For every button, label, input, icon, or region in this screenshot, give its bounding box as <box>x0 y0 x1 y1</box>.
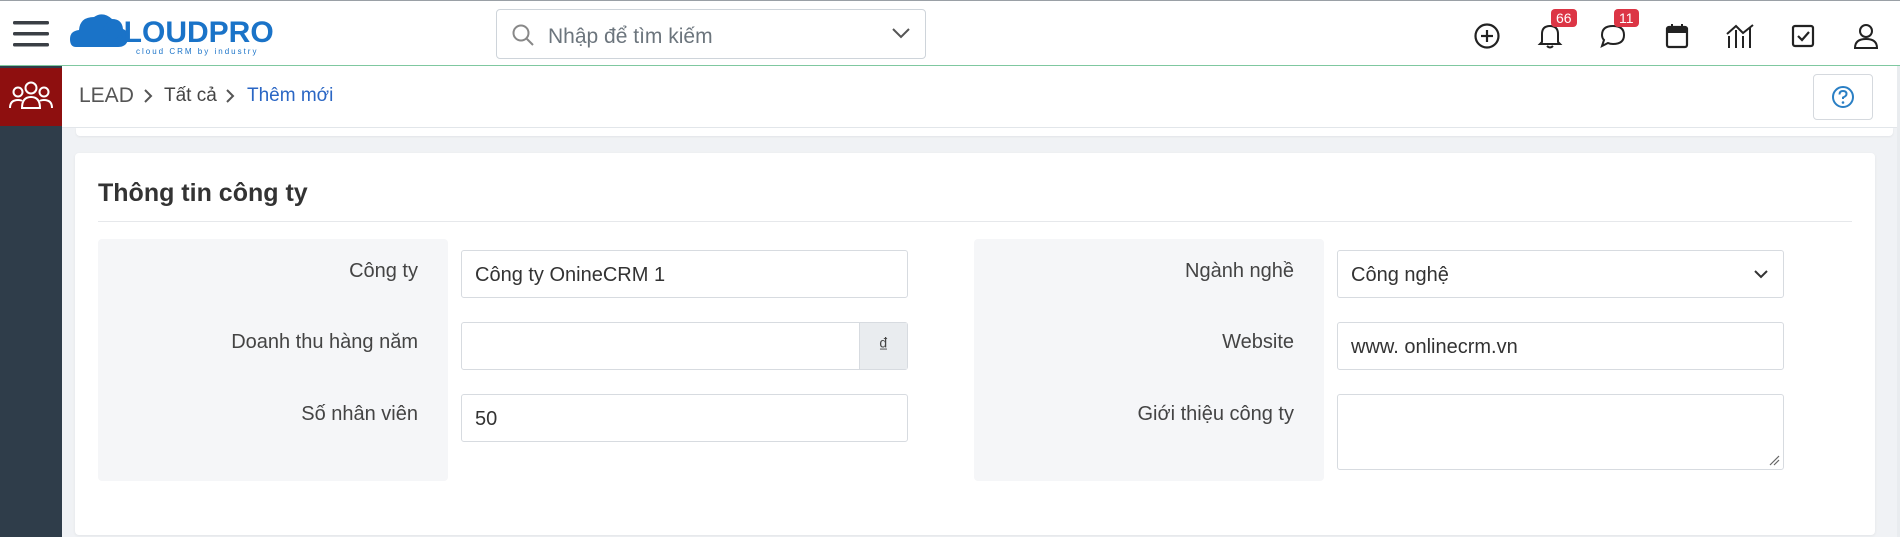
section-title: Thông tin công ty <box>98 179 308 207</box>
website-input[interactable]: www. onlinecrm.vn <box>1337 322 1784 370</box>
breadcrumb-current: Thêm mới <box>247 85 334 106</box>
chevron-right-icon <box>144 89 153 103</box>
calendar-button[interactable] <box>1662 21 1692 51</box>
breadcrumb-module[interactable]: LEAD <box>79 84 134 108</box>
revenue-input[interactable]: ₫ <box>461 322 908 370</box>
help-button[interactable] <box>1813 74 1873 120</box>
industry-label: Ngành nghề <box>1185 260 1294 282</box>
search-box[interactable]: Nhập để tìm kiếm <box>496 9 926 59</box>
employees-label: Số nhân viên <box>301 403 418 425</box>
reports-button[interactable] <box>1725 21 1755 51</box>
user-icon <box>1853 24 1879 49</box>
chevron-right-icon <box>226 89 235 103</box>
chevron-down-icon <box>1754 270 1768 279</box>
add-button[interactable] <box>1472 21 1502 51</box>
company-label: Công ty <box>349 260 418 282</box>
industry-value: Công nghệ <box>1351 264 1449 286</box>
employees-input[interactable]: 50 <box>461 394 908 442</box>
sidebar-item-lead[interactable] <box>0 68 62 126</box>
chevron-down-icon[interactable] <box>891 26 911 40</box>
menu-icon <box>13 20 49 46</box>
notifications-button[interactable]: 66 <box>1535 9 1577 51</box>
messages-button[interactable]: 11 <box>1598 9 1639 51</box>
company-value: Công ty OnineCRM 1 <box>475 264 666 286</box>
profile-button[interactable] <box>1851 21 1881 51</box>
resize-handle-icon[interactable] <box>1768 454 1780 466</box>
website-label: Website <box>1222 331 1294 353</box>
menu-button[interactable] <box>0 1 62 66</box>
top-bar: CLOUDPRO cloud CRM by industry Nhập để t… <box>0 0 1900 66</box>
tasks-button[interactable] <box>1788 21 1818 51</box>
messages-badge: 11 <box>1614 9 1639 27</box>
search-input[interactable]: Nhập để tìm kiếm <box>548 25 713 49</box>
currency-addon: ₫ <box>859 323 907 369</box>
description-textarea[interactable] <box>1337 394 1784 470</box>
website-value: www. onlinecrm.vn <box>1351 336 1518 358</box>
revenue-label: Doanh thu hàng năm <box>231 331 418 353</box>
chart-icon <box>1726 24 1754 48</box>
industry-select[interactable]: Công nghệ <box>1337 250 1784 298</box>
logo-text: CLOUDPRO <box>102 16 274 49</box>
users-icon <box>9 81 53 109</box>
notifications-badge: 66 <box>1551 9 1577 27</box>
employees-value: 50 <box>475 408 498 430</box>
add-circle-icon <box>1474 23 1500 49</box>
description-label: Giới thiệu công ty <box>1137 403 1294 425</box>
previous-section-bottom <box>76 128 1893 136</box>
help-icon <box>1832 86 1854 108</box>
checkbox-icon <box>1791 24 1815 48</box>
company-info-section: Thông tin công ty Công ty Doanh thu hàng… <box>75 153 1875 535</box>
calendar-icon <box>1665 24 1689 49</box>
breadcrumb-all[interactable]: Tất cả <box>164 85 217 107</box>
search-icon <box>512 24 534 46</box>
company-input[interactable]: Công ty OnineCRM 1 <box>461 250 908 298</box>
divider <box>98 221 1852 222</box>
cloudpro-logo[interactable]: CLOUDPRO cloud CRM by industry <box>70 7 295 59</box>
logo-tagline: cloud CRM by industry <box>136 47 258 56</box>
breadcrumb: LEAD Tất cả Thêm mới <box>62 66 1900 128</box>
sidebar <box>0 66 62 537</box>
